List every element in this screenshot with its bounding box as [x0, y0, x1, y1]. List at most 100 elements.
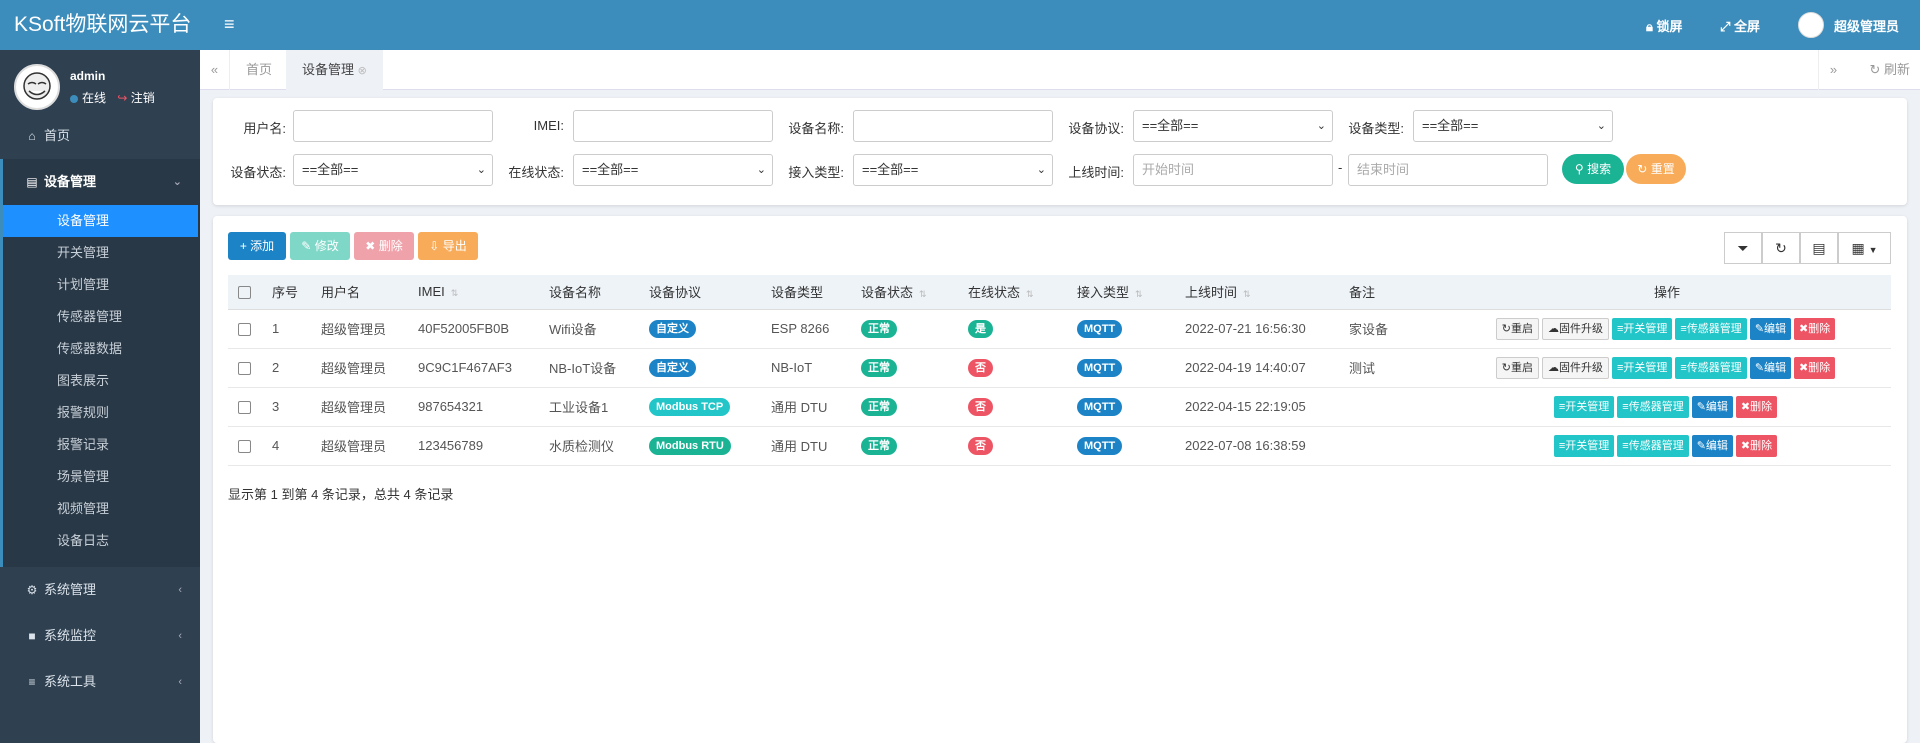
switch-manage-button[interactable]: ≡开关管理 — [1611, 356, 1673, 379]
sidebar-item-chart[interactable]: 图表展示 — [3, 365, 200, 397]
online-badge: 是 — [968, 319, 993, 338]
restart-button[interactable]: ↻重启 — [1495, 317, 1539, 340]
access-badge: MQTT — [1077, 319, 1123, 338]
protocol-select[interactable]: ==全部== ⌄ — [1133, 110, 1333, 142]
row-delete-button[interactable]: ✖删除 — [1735, 434, 1778, 457]
select-all-checkbox[interactable] — [238, 286, 251, 300]
menu-toggle-icon[interactable]: ≡ — [224, 14, 235, 35]
row-edit-button[interactable]: ✎编辑 — [1749, 317, 1792, 340]
refresh-tab-button[interactable]: ↻ 刷新 — [1869, 50, 1910, 90]
refresh-icon: ↻ — [1869, 62, 1881, 77]
row-delete-button[interactable]: ✖删除 — [1794, 356, 1836, 379]
logout-link[interactable]: 注销 — [131, 91, 155, 105]
sensor-manage-button[interactable]: ≡传感器管理 — [1675, 356, 1747, 379]
filter-icon: ⏷ — [1737, 240, 1749, 256]
device-table: 序号 用户名 IMEI ⇅ 设备名称 设备协议 设备类型 设备状态 ⇅ 在线状态 ⇅ … — [228, 275, 1891, 466]
chevron-down-icon: ⌄ — [476, 164, 486, 176]
nav-system-tools[interactable]: ≡ 系统工具 ‹ — [0, 659, 200, 705]
logout-icon[interactable]: ↪ — [117, 91, 127, 105]
sidebar-item-switch[interactable]: 开关管理 — [3, 237, 200, 269]
status-select[interactable]: ==全部== ⌄ — [293, 154, 493, 186]
search-button[interactable]: ⚲ 搜索 — [1562, 154, 1624, 184]
fullscreen-button[interactable]: ⤢ 全屏 — [1720, 16, 1760, 35]
delete-button[interactable]: ✖ 删除 — [354, 232, 414, 260]
header-no: 序号 — [262, 275, 311, 310]
row-checkbox-cell[interactable] — [228, 426, 262, 466]
header-online[interactable]: 在线状态 ⇅ — [958, 275, 1067, 310]
tab-home[interactable]: 首页 — [230, 50, 288, 90]
protocol-badge: 自定义 — [649, 358, 696, 377]
sidebar-item-scene[interactable]: 场景管理 — [3, 461, 200, 493]
header-imei[interactable]: IMEI ⇅ — [408, 275, 539, 310]
switch-manage-button[interactable]: ≡开关管理 — [1553, 434, 1615, 457]
sidebar-item-device[interactable]: 设备管理 — [3, 205, 198, 237]
sensor-manage-button[interactable]: ≡传感器管理 — [1617, 434, 1689, 457]
sidebar-item-video[interactable]: 视频管理 — [3, 493, 200, 525]
username-input[interactable] — [293, 110, 493, 142]
header-time[interactable]: 上线时间 ⇅ — [1175, 275, 1339, 310]
row-checkbox[interactable] — [238, 401, 251, 415]
row-edit-button[interactable]: ✎编辑 — [1691, 395, 1733, 418]
type-select[interactable]: ==全部== ⌄ — [1413, 110, 1613, 142]
tab-device-management[interactable]: 设备管理 ⊗ — [286, 50, 383, 90]
card-view-button[interactable]: ▤ — [1800, 232, 1838, 264]
row-edit-button[interactable]: ✎编辑 — [1749, 356, 1792, 379]
row-edit-button[interactable]: ✎编辑 — [1691, 434, 1733, 457]
refresh-table-button[interactable]: ↻ — [1762, 232, 1800, 264]
cell-device-name: Wifi设备 — [539, 309, 639, 349]
sidebar-item-alarm-record[interactable]: 报警记录 — [3, 429, 200, 461]
firmware-upgrade-button[interactable]: ☁固件升级 — [1541, 317, 1609, 340]
cell-access: MQTT — [1067, 426, 1175, 466]
nav-device-management[interactable]: ▤ 设备管理 ⌄ — [0, 159, 200, 205]
admin-menu[interactable]: 超级管理员 — [1834, 16, 1899, 35]
row-checkbox-cell[interactable] — [228, 387, 262, 427]
cell-protocol: 自定义 — [639, 348, 761, 388]
firmware-upgrade-button[interactable]: ☁固件升级 — [1541, 356, 1609, 379]
online-select[interactable]: ==全部== ⌄ — [573, 154, 773, 186]
columns-button[interactable]: ▦ ▼ — [1838, 232, 1891, 264]
header-status[interactable]: 设备状态 ⇅ — [851, 275, 958, 310]
end-time-input[interactable]: 结束时间 — [1348, 154, 1548, 186]
nav-system-management[interactable]: ⚙ 系统管理 ‹ — [0, 567, 200, 613]
sidebar-item-alarm-rule[interactable]: 报警规则 — [3, 397, 200, 429]
cell-online: 否 — [958, 348, 1067, 388]
device-name-input[interactable] — [853, 110, 1053, 142]
row-checkbox[interactable] — [238, 362, 251, 376]
sidebar-item-sensor[interactable]: 传感器管理 — [3, 301, 200, 333]
cell-online: 是 — [958, 309, 1067, 349]
row-checkbox-cell[interactable] — [228, 348, 262, 388]
row-checkbox-cell[interactable] — [228, 309, 262, 349]
table-row: 4 超级管理员 123456789 水质检测仪 Modbus RTU 通用 DT… — [228, 426, 1891, 466]
admin-avatar[interactable] — [1798, 12, 1824, 38]
add-button[interactable]: + 添加 — [228, 232, 286, 260]
row-checkbox[interactable] — [238, 323, 251, 337]
imei-input[interactable] — [573, 110, 773, 142]
sidebar-item-sensor-data[interactable]: 传感器数据 — [3, 333, 200, 365]
tab-scroll-right-icon[interactable]: » — [1818, 50, 1848, 90]
nav-system-monitor[interactable]: ■ 系统监控 ‹ — [0, 613, 200, 659]
sidebar-item-device-log[interactable]: 设备日志 — [3, 525, 200, 557]
row-checkbox[interactable] — [238, 440, 251, 454]
restart-button[interactable]: ↻重启 — [1495, 356, 1539, 379]
sort-icon: ⇅ — [450, 288, 459, 299]
row-delete-button[interactable]: ✖删除 — [1794, 317, 1836, 340]
lock-screen-button[interactable]: 🔒︎ 锁屏 — [1646, 16, 1683, 35]
tab-scroll-left-icon[interactable]: « — [200, 50, 230, 90]
filter-toggle-button[interactable]: ⏷ — [1724, 232, 1762, 264]
nav-home[interactable]: ⌂ 首页 — [0, 113, 200, 159]
reset-button[interactable]: ↻ 重置 — [1626, 154, 1686, 184]
export-button[interactable]: ⇩ 导出 — [418, 232, 478, 260]
sensor-manage-button[interactable]: ≡传感器管理 — [1617, 395, 1689, 418]
close-tab-icon[interactable]: ⊗ — [358, 65, 367, 77]
start-time-input[interactable]: 开始时间 — [1133, 154, 1333, 186]
header-access[interactable]: 接入类型 ⇅ — [1067, 275, 1175, 310]
sidebar-item-plan[interactable]: 计划管理 — [3, 269, 200, 301]
access-select[interactable]: ==全部== ⌄ — [853, 154, 1053, 186]
edit-button[interactable]: ✎ 修改 — [290, 232, 350, 260]
sensor-manage-button[interactable]: ≡传感器管理 — [1675, 317, 1747, 340]
switch-manage-button[interactable]: ≡开关管理 — [1553, 395, 1615, 418]
select-all-header[interactable] — [228, 275, 262, 310]
cell-remark — [1339, 387, 1443, 427]
row-delete-button[interactable]: ✖删除 — [1735, 395, 1778, 418]
switch-manage-button[interactable]: ≡开关管理 — [1611, 317, 1673, 340]
